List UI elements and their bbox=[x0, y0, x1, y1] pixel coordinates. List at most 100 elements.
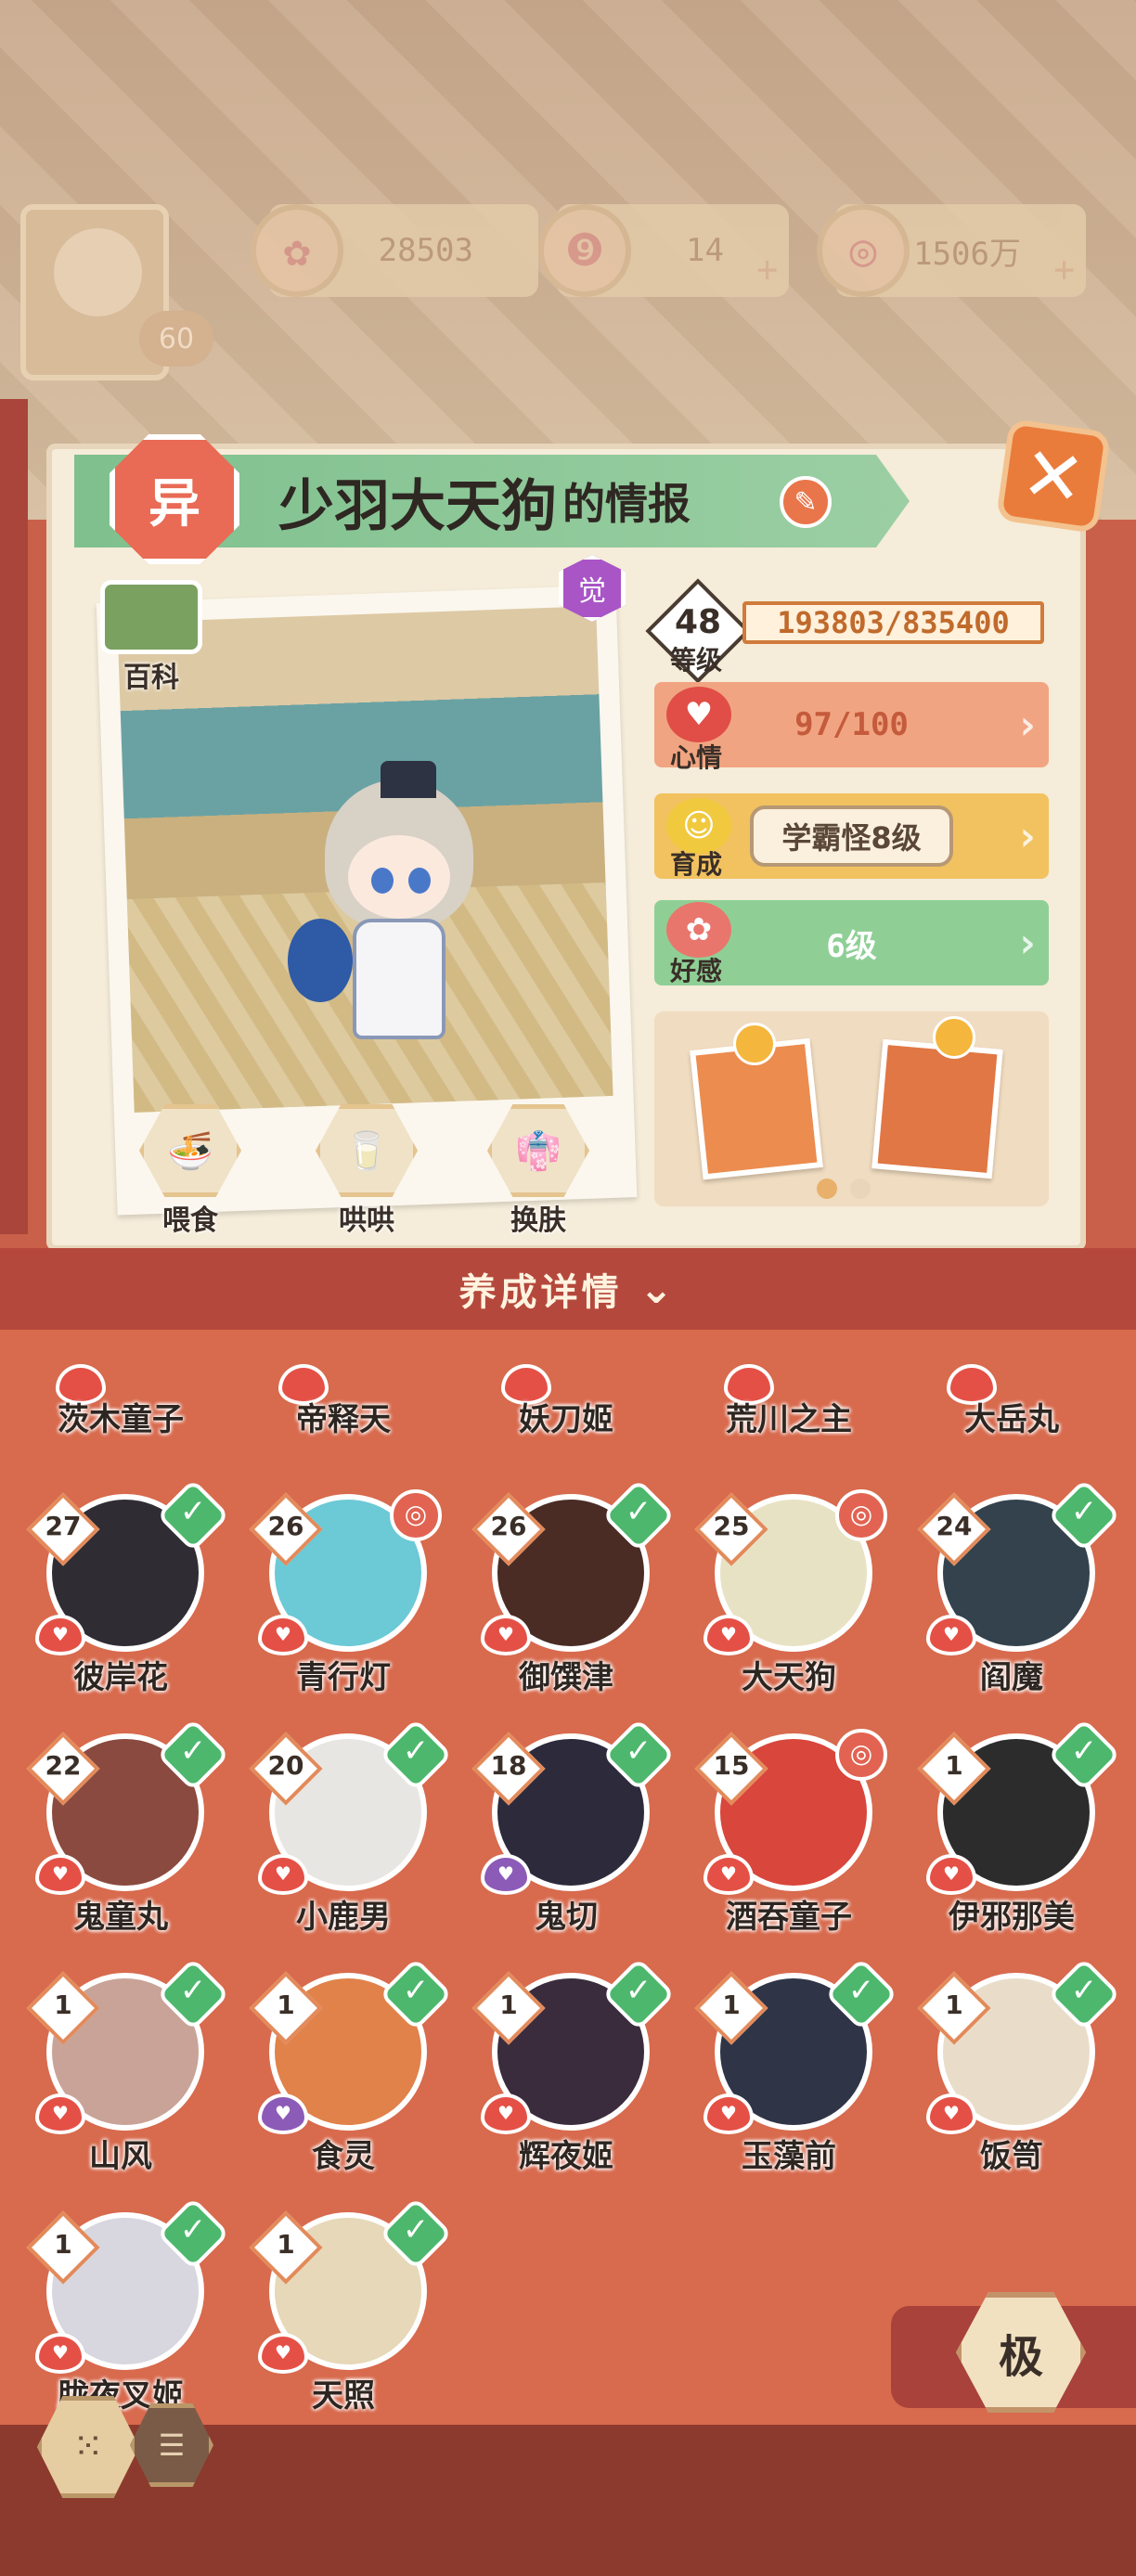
milk-icon: 🥛 bbox=[316, 1104, 418, 1197]
check-icon: ✓ bbox=[625, 1732, 652, 1770]
feed-button[interactable]: 🍜 喂食 bbox=[130, 1104, 251, 1237]
check-icon: ✓ bbox=[625, 1972, 652, 2009]
check-icon: ✓ bbox=[402, 1972, 430, 2009]
heart-icon: ♥ bbox=[258, 2093, 308, 2134]
shikigami-card[interactable]: 1 ♥ ✓ 饭笥 bbox=[910, 1954, 1121, 2186]
coin-icon: ◎ bbox=[817, 204, 910, 297]
shikigami-card-partial[interactable]: 大岳丸 bbox=[910, 1336, 1114, 1448]
shikigami-name: 食灵 bbox=[312, 2138, 375, 2175]
chibi-hat bbox=[381, 761, 436, 798]
shikigami-card[interactable]: 1 ♥ ✓ 胧夜叉姬 bbox=[19, 2194, 230, 2426]
check-icon: ✓ bbox=[847, 1972, 875, 2009]
shikigami-card[interactable]: 24 ♥ ✓ 阎魔 bbox=[910, 1475, 1121, 1707]
shikigami-name: 天照 bbox=[312, 2377, 375, 2415]
shikigami-card-partial[interactable]: 妖刀姬 bbox=[464, 1336, 668, 1448]
magatama-icon: ❾ bbox=[538, 204, 631, 297]
detail-toggle-bar[interactable]: 养成详情 ⌄ bbox=[0, 1248, 1136, 1333]
shikigami-name: 小鹿男 bbox=[296, 1899, 391, 1936]
sakura-currency: ✿ 28503 bbox=[251, 204, 538, 297]
heart-icon: ♥ bbox=[481, 2093, 531, 2134]
shikigami-card[interactable]: 1 ♥ ✓ 玉藻前 bbox=[687, 1954, 898, 2186]
check-icon: ✓ bbox=[1070, 1493, 1098, 1530]
encyclopedia-button[interactable]: 百科 bbox=[91, 580, 212, 694]
heart-icon: ♥ bbox=[926, 2093, 976, 2134]
shikigami-card[interactable]: 22 ♥ ✓ 鬼童丸 bbox=[19, 1715, 230, 1947]
level-label: 等级 bbox=[669, 645, 722, 676]
shikigami-name: 大天狗 bbox=[742, 1659, 836, 1696]
rarity-badge: 异 bbox=[110, 434, 239, 564]
shikigami-name: 山风 bbox=[89, 2138, 152, 2175]
edit-name-button[interactable]: ✎ bbox=[780, 476, 832, 528]
shikigami-level: 24 bbox=[936, 1511, 973, 1541]
avatar-face bbox=[54, 228, 142, 316]
bowl-icon: 🍜 bbox=[139, 1104, 241, 1197]
chevron-down-icon: ⌄ bbox=[639, 1265, 678, 1313]
page-dot-active[interactable] bbox=[817, 1179, 837, 1199]
magatama-plus-icon[interactable]: + bbox=[756, 249, 778, 290]
coax-button[interactable]: 🥛 哄哄 bbox=[306, 1104, 427, 1237]
shikigami-chibi[interactable] bbox=[288, 761, 492, 1067]
smile-icon bbox=[733, 1023, 776, 1065]
heart-icon: ♥ bbox=[704, 1854, 754, 1895]
grid-icon: ⁙ bbox=[72, 2426, 104, 2468]
shikigami-card-partial[interactable]: 荒川之主 bbox=[687, 1336, 891, 1448]
shikigami-card[interactable]: 27 ♥ ✓ 彼岸花 bbox=[19, 1475, 230, 1707]
check-icon: ✓ bbox=[625, 1493, 652, 1530]
shikigami-card[interactable]: 26 ♥ ✓ 御馔津 bbox=[464, 1475, 676, 1707]
heart-icon: ♥ bbox=[35, 1854, 85, 1895]
shikigami-card[interactable]: 1 ♥ ✓ 食灵 bbox=[241, 1954, 453, 2186]
close-button[interactable]: ✕ bbox=[995, 418, 1112, 535]
magatama-amount: 14 bbox=[686, 232, 724, 269]
check-icon: ✓ bbox=[402, 1732, 430, 1770]
detail-label: 养成详情 bbox=[458, 1271, 623, 1314]
check-icon: ✓ bbox=[1070, 1732, 1098, 1770]
chibi-eye bbox=[371, 868, 394, 894]
mood-value: 97/100 bbox=[794, 706, 909, 743]
shikigami-level: 1 bbox=[277, 1990, 295, 2020]
heart-icon: ♥ bbox=[258, 1615, 308, 1655]
shikigami-card-partial[interactable]: 帝释天 bbox=[241, 1336, 445, 1448]
shikigami-card[interactable]: 1 ♥ ✓ 辉夜姬 bbox=[464, 1954, 676, 2186]
shikigami-level: 15 bbox=[713, 1750, 750, 1781]
chevron-right-icon: › bbox=[1014, 919, 1040, 967]
list-icon: ☰ bbox=[158, 2428, 186, 2463]
check-icon: ✓ bbox=[402, 2211, 430, 2248]
shikigami-card[interactable]: 20 ♥ ✓ 小鹿男 bbox=[241, 1715, 453, 1947]
shikigami-name: 御馔津 bbox=[519, 1659, 613, 1696]
shikigami-name: 饭笥 bbox=[980, 2138, 1043, 2175]
shikigami-card[interactable]: 1 ♥ ✓ 山风 bbox=[19, 1954, 230, 2186]
chevron-right-icon: › bbox=[1014, 701, 1040, 749]
shikigami-name: 彼岸花 bbox=[73, 1659, 168, 1696]
favor-label: 好感 bbox=[669, 956, 722, 986]
shikigami-card[interactable]: 26 ♥ ◎ 青行灯 bbox=[241, 1475, 445, 1707]
shikigami-name: 阎魔 bbox=[980, 1659, 1043, 1696]
shikigami-card[interactable]: 1 ♥ ✓ 天照 bbox=[241, 2194, 453, 2426]
check-icon: ✓ bbox=[179, 1972, 207, 2009]
shikigami-level: 22 bbox=[45, 1750, 82, 1781]
shikigami-card[interactable]: 25 ♥ ◎ 大天狗 bbox=[687, 1475, 891, 1707]
shikigami-name: 帝释天 bbox=[296, 1401, 391, 1438]
skin-button[interactable]: 👘 换肤 bbox=[478, 1104, 599, 1237]
shikigami-level: 26 bbox=[267, 1511, 304, 1541]
growth-label: 育成 bbox=[669, 849, 722, 880]
shikigami-name: 鬼切 bbox=[535, 1899, 598, 1936]
shikigami-level: 1 bbox=[945, 1750, 963, 1781]
shikigami-card-partial[interactable]: 茨木童子 bbox=[19, 1336, 223, 1448]
shikigami-card[interactable]: 1 ♥ ✓ 伊邪那美 bbox=[910, 1715, 1121, 1947]
smile-icon bbox=[933, 1016, 975, 1059]
coin-plus-icon[interactable]: + bbox=[1053, 249, 1075, 290]
shikigami-level: 20 bbox=[267, 1750, 304, 1781]
pencil-icon: ✎ bbox=[794, 485, 818, 519]
shikigami-name: 妖刀姬 bbox=[519, 1401, 613, 1438]
encyclopedia-label: 百科 bbox=[123, 662, 179, 694]
gift-card-daruma[interactable] bbox=[871, 1038, 1003, 1179]
shikigami-name: 少羽大天狗 bbox=[278, 473, 557, 539]
shikigami-card[interactable]: 15 ♥ ◎ 酒吞童子 bbox=[687, 1715, 891, 1947]
title-suffix: 的情报 bbox=[562, 479, 691, 529]
sakura-icon: ✿ bbox=[251, 204, 343, 297]
chibi-body bbox=[353, 919, 445, 1039]
shikigami-card[interactable]: 18 ♥ ✓ 鬼切 bbox=[464, 1715, 676, 1947]
heart-icon: ♥ bbox=[704, 2093, 754, 2134]
page-dot[interactable] bbox=[850, 1179, 871, 1199]
shikigami-name: 茨木童子 bbox=[58, 1401, 184, 1438]
